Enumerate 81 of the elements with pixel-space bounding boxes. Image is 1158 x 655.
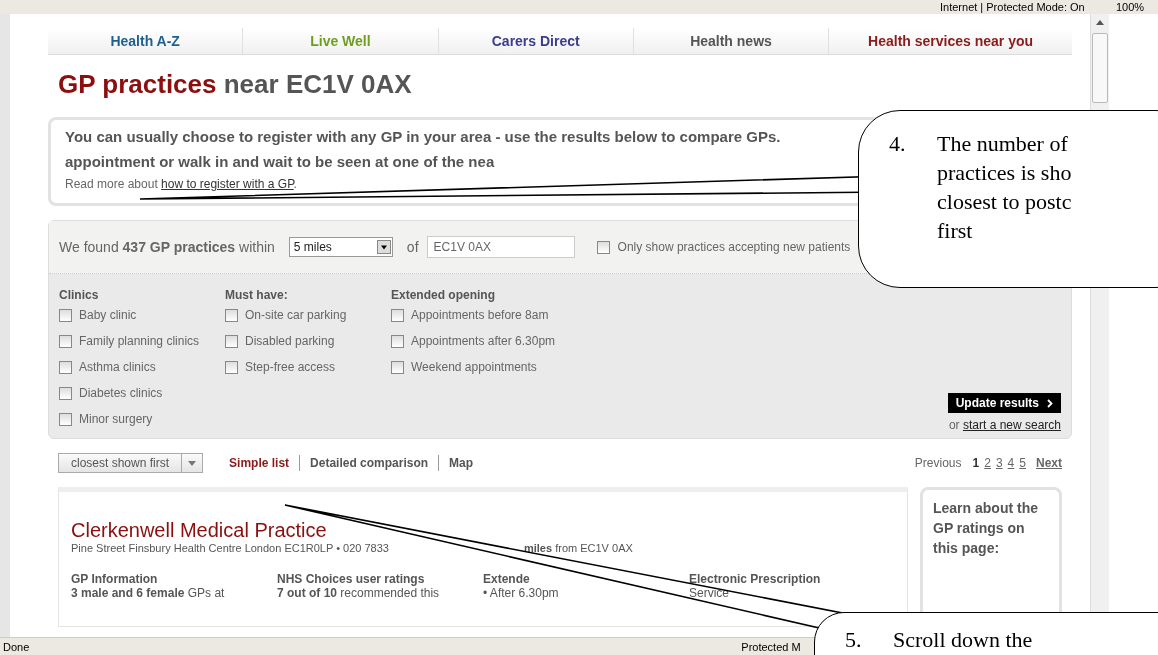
- nav-tab[interactable]: Health services near you: [829, 28, 1072, 54]
- ratings-info-title: Learn about the GP ratings on this page:: [933, 499, 1039, 558]
- callout-text: closest to postc: [937, 188, 1072, 216]
- security-zone-text: Internet | Protected Mode: On: [940, 0, 1085, 14]
- nav-tab[interactable]: Health news: [633, 28, 830, 54]
- column-text: 3 male and 6 female GPs at: [71, 587, 226, 600]
- chevron-right-icon: [1047, 398, 1053, 408]
- column-text: Service: [689, 587, 730, 600]
- checkbox-label: Family planning clinics: [79, 334, 200, 348]
- checkbox-label: Weekend appointments: [411, 360, 537, 374]
- checkbox[interactable]: [391, 360, 404, 374]
- column-heading: NHS Choices user ratings: [277, 572, 426, 587]
- checkbox-label: On-site car parking: [245, 308, 347, 322]
- page-link[interactable]: 4: [1007, 456, 1015, 470]
- filter-heading: Clinics: [59, 288, 100, 302]
- callout-text: first: [937, 217, 974, 245]
- page-link[interactable]: 2: [984, 456, 991, 470]
- practice-distance: miles from EC1V 0AX: [523, 542, 633, 554]
- callout-number: 4.: [889, 130, 907, 158]
- status-text: Done: [3, 640, 30, 653]
- postcode-field[interactable]: EC1V 0AX: [426, 236, 575, 258]
- callout-text: practices is sho: [937, 159, 1072, 187]
- view-tab[interactable]: Detailed comparison: [310, 456, 429, 470]
- distance-dropdown[interactable]: 5 miles: [288, 237, 393, 257]
- scroll-thumb[interactable]: [1092, 33, 1108, 103]
- column-text: • After 6.30pm: [483, 587, 560, 600]
- checkbox-label: Disabled parking: [245, 334, 335, 348]
- checkbox[interactable]: [59, 360, 72, 374]
- callout-text: Scroll down the: [893, 626, 1033, 654]
- filter-heading: Must have:: [225, 288, 289, 302]
- column-text: 7 out of 10 recommended this: [277, 587, 441, 600]
- callout-number: 5.: [845, 626, 863, 654]
- column-heading: GP Information: [71, 572, 159, 587]
- practice-address: Pine Street Finsbury Health Centre London EC1R0LP • 020 7833: [71, 542, 389, 554]
- checkbox-label: Appointments before 8am: [411, 308, 549, 322]
- checkbox[interactable]: [596, 240, 610, 254]
- checkbox[interactable]: [59, 386, 72, 400]
- page-heading: GP practices near EC1V 0AX: [58, 69, 413, 99]
- page-link[interactable]: 1: [972, 456, 980, 470]
- checkbox[interactable]: [59, 412, 72, 426]
- view-tab[interactable]: Simple list: [229, 456, 290, 470]
- read-more-text: Read more about: [65, 177, 158, 191]
- column-heading: Electronic Prescription: [689, 572, 822, 587]
- update-results-button[interactable]: Update results: [947, 393, 1061, 413]
- previous-link[interactable]: Previous: [914, 456, 962, 470]
- nav-tab[interactable]: Health A-Z: [48, 28, 244, 54]
- checkbox-label: Diabetes clinics: [79, 386, 163, 400]
- security-zone-text: Protected M: [741, 640, 801, 653]
- checkbox-label: Appointments after 6.30pm: [411, 334, 556, 348]
- register-link[interactable]: how to register with a GP: [161, 177, 294, 191]
- checkbox[interactable]: [391, 308, 404, 322]
- dropdown-arrow-icon: [188, 460, 197, 466]
- checkbox[interactable]: [225, 360, 238, 374]
- checkbox-label: Only show practices accepting new patients: [617, 240, 851, 254]
- checkbox[interactable]: [391, 334, 404, 348]
- page-link[interactable]: 3: [995, 456, 1003, 470]
- checkbox-label: Minor surgery: [79, 412, 153, 426]
- sort-dropdown[interactable]: closest shown first: [58, 453, 204, 473]
- next-link[interactable]: Next: [1036, 456, 1062, 470]
- scroll-up-icon[interactable]: [1096, 20, 1104, 25]
- or-text: or: [948, 418, 960, 432]
- callout-text: The number of: [937, 130, 1069, 158]
- zoom-level[interactable]: 100%: [1116, 0, 1145, 14]
- new-search-link[interactable]: start a new search: [962, 418, 1061, 432]
- of-text: of: [406, 239, 419, 255]
- checkbox-label: Baby clinic: [79, 308, 137, 322]
- practice-name-link[interactable]: Clerkenwell Medical Practice: [71, 518, 895, 542]
- results-count-text: We found 437 GP practices within: [59, 239, 275, 255]
- checkbox[interactable]: [59, 334, 72, 348]
- nav-tab[interactable]: Carers Direct: [438, 28, 634, 54]
- page-link[interactable]: 5: [1019, 456, 1026, 470]
- checkbox[interactable]: [59, 308, 72, 322]
- view-tab[interactable]: Map: [449, 456, 474, 470]
- checkbox[interactable]: [225, 308, 238, 322]
- intro-text: appointment or walk in and wait to be seen at one of the nea: [65, 152, 495, 172]
- checkbox[interactable]: [225, 334, 238, 348]
- column-heading: Extende: [483, 572, 531, 587]
- checkbox-label: Step-free access: [245, 360, 336, 374]
- filter-heading: Extended opening: [391, 288, 496, 302]
- checkbox-label: Asthma clinics: [79, 360, 156, 374]
- intro-text: You can usually choose to register with any GP in your area - use the results below to compare GPs.: [65, 127, 781, 147]
